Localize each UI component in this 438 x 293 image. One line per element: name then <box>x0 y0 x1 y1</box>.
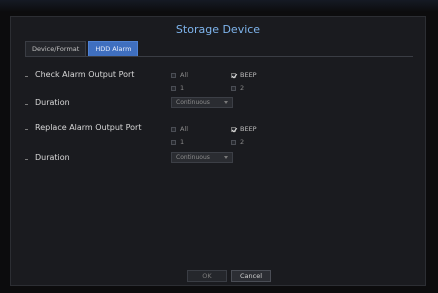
replace-option-2[interactable]: 2 <box>231 138 244 146</box>
check-duration-label: Duration <box>35 98 70 107</box>
check-option-all[interactable]: All <box>171 71 188 79</box>
checkbox-icon[interactable] <box>171 85 176 91</box>
checkbox-checked-icon[interactable] <box>231 72 236 78</box>
checkbox-icon[interactable] <box>171 126 176 132</box>
bullet-icon <box>25 104 28 105</box>
check-duration-select[interactable]: Continuous <box>171 97 233 108</box>
bullet-icon <box>25 76 28 77</box>
tab-device-format[interactable]: Device/Format <box>25 41 87 56</box>
replace-alarm-port-label: Replace Alarm Output Port <box>35 123 142 132</box>
replace-duration-select[interactable]: Continuous <box>171 152 233 163</box>
option-label: 1 <box>180 138 185 146</box>
checkbox-icon[interactable] <box>231 139 236 145</box>
cancel-button[interactable]: Cancel <box>231 270 271 282</box>
check-alarm-port-label: Check Alarm Output Port <box>35 70 135 79</box>
option-label: 2 <box>240 84 245 92</box>
ok-button[interactable]: OK <box>187 270 227 282</box>
replace-option-beep[interactable]: BEEP <box>231 125 257 133</box>
option-label: BEEP <box>240 125 257 133</box>
replace-duration-label: Duration <box>35 153 70 162</box>
checkbox-icon[interactable] <box>171 139 176 145</box>
storage-device-dialog: Storage Device Device/Format HDD Alarm C… <box>10 16 426 286</box>
tab-bar: Device/Format HDD Alarm <box>25 41 139 56</box>
option-label: BEEP <box>240 71 257 79</box>
option-label: All <box>180 125 189 133</box>
tab-divider <box>25 56 413 57</box>
chevron-down-icon <box>224 101 228 104</box>
check-option-beep[interactable]: BEEP <box>231 71 257 79</box>
option-label: All <box>180 71 189 79</box>
top-bar <box>0 0 438 12</box>
dialog-title: Storage Device <box>175 23 261 36</box>
replace-option-1[interactable]: 1 <box>171 138 184 146</box>
checkbox-icon[interactable] <box>231 85 236 91</box>
chevron-down-icon <box>224 156 228 159</box>
select-value: Continuous <box>176 154 210 161</box>
check-option-1[interactable]: 1 <box>171 84 184 92</box>
tab-hdd-alarm[interactable]: HDD Alarm <box>88 41 139 56</box>
select-value: Continuous <box>176 99 210 106</box>
bullet-icon <box>25 159 28 160</box>
replace-option-all[interactable]: All <box>171 125 188 133</box>
checkbox-icon[interactable] <box>171 72 176 78</box>
bullet-icon <box>25 129 28 130</box>
checkbox-checked-icon[interactable] <box>231 126 236 132</box>
check-option-2[interactable]: 2 <box>231 84 244 92</box>
option-label: 2 <box>240 138 245 146</box>
option-label: 1 <box>180 84 185 92</box>
